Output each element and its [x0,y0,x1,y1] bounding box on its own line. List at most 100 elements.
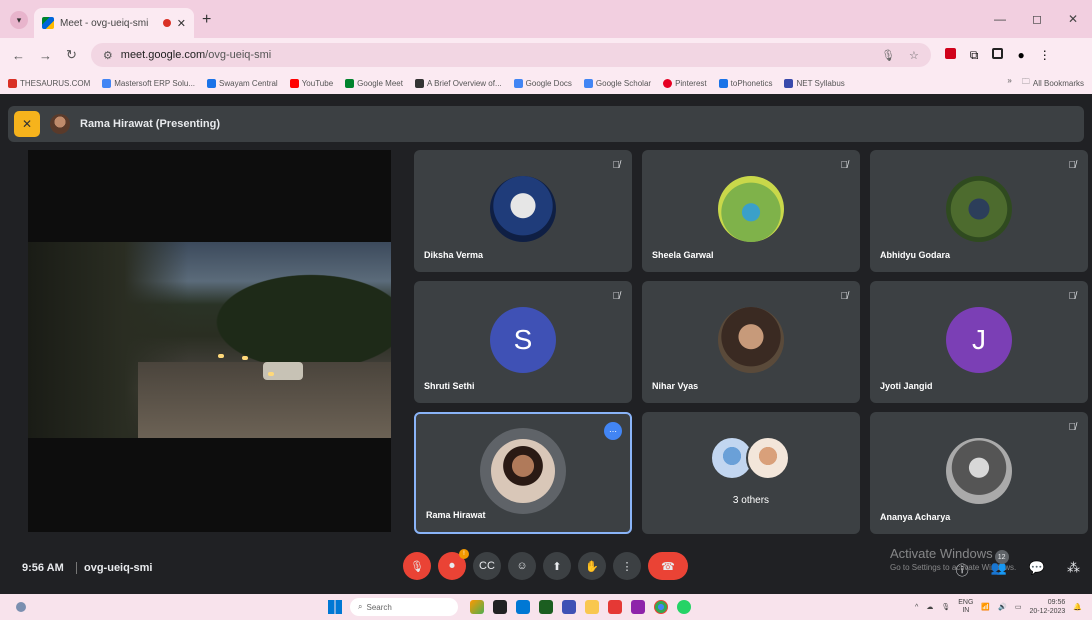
people-button[interactable]: 👥 12 [991,550,1009,579]
app-icon[interactable] [631,600,645,614]
present-screen-button[interactable]: ⬆ [543,552,571,580]
bookmark-item[interactable]: A Brief Overview of... [414,78,502,88]
participant-avatar [490,176,556,242]
new-tab-button[interactable]: + [202,11,211,29]
mic-muted-icon: 🎙̸ [1068,291,1077,302]
reload-icon[interactable]: ↻ [66,47,77,63]
wifi-icon[interactable]: 📶 [981,603,990,611]
bookmark-item[interactable]: YouTube [289,78,333,88]
battery-icon[interactable]: ▭ [1015,603,1022,611]
app-icon[interactable] [539,600,553,614]
participant-tile[interactable]: 🎙̸ S Shruti Sethi [414,281,632,403]
activities-icon[interactable]: ⁂ [1067,560,1080,579]
minimize-icon[interactable]: — [994,12,1006,26]
bookmark-favicon-icon [102,78,112,88]
start-button-icon[interactable] [328,600,342,614]
bookmark-item[interactable]: Mastersoft ERP Solu... [102,78,195,88]
close-tab-icon[interactable]: ✕ [177,17,186,30]
app-icon[interactable] [562,600,576,614]
mic-permission-icon[interactable]: 🎙 [881,49,895,62]
participant-tile-speaking[interactable]: ⋯ Rama Hirawat [414,412,632,534]
tab-title: Meet - ovg-ueiq-smi [60,17,149,29]
reactions-button[interactable]: ☺ [508,552,536,580]
bookmark-item[interactable]: Google Docs [513,78,572,88]
meet-favicon-icon [42,17,54,29]
tab-search-icon[interactable]: ▾ [10,11,28,29]
participant-tile[interactable]: 🎙̸ Diksha Verma [414,150,632,272]
participant-name: Shruti Sethi [424,381,475,391]
participant-tile[interactable]: 🎙̸ Sheela Garwal [642,150,860,272]
bookmark-favicon-icon [8,78,17,88]
participant-tile[interactable]: 🎙̸ J Jyoti Jangid [870,281,1088,403]
side-panel-icon[interactable] [992,47,1004,59]
mic-muted-icon: 🎙̸ [1068,422,1077,433]
task-view-icon[interactable] [493,600,507,614]
more-options-button[interactable]: ⋮ [613,552,641,580]
bookmark-item[interactable]: toPhonetics [718,78,772,88]
bookmarks-overflow-button[interactable]: » [1007,76,1011,90]
app-icon[interactable] [608,600,622,614]
participant-tile[interactable]: 🎙̸ Ananya Acharya [870,412,1088,534]
camera-toggle-button[interactable]: ⏺! [438,549,469,580]
back-arrow-icon[interactable]: ← [12,48,25,63]
bookmark-item[interactable]: Google Meet [345,78,403,88]
participant-avatar: S [490,307,556,373]
shared-screen [28,150,391,532]
camera-off-icon[interactable]: ✕ [14,111,40,137]
store-icon[interactable] [516,600,530,614]
leave-call-button[interactable]: ☎ [648,552,688,580]
presentation-image [28,242,391,438]
extensions-puzzle-icon[interactable]: ⧉ [970,48,979,63]
raise-hand-button[interactable]: ✋ [578,552,606,580]
cloud-icon[interactable]: ☁ [926,603,933,611]
participant-tile[interactable]: 🎙̸ Nihar Vyas [642,281,860,403]
participant-name: Ananya Acharya [880,512,951,522]
participant-name: Abhidyu Godara [880,250,951,260]
browser-menu-icon[interactable]: ⋮ [1039,48,1051,63]
captions-button[interactable]: CC [473,552,501,580]
participant-tile[interactable]: 🎙̸ Abhidyu Godara [870,150,1088,272]
widgets-icon[interactable] [16,602,26,612]
presenter-bar: ✕ Rama Hirawat (Presenting) [8,106,1084,142]
browser-tab-meet[interactable]: Meet - ovg-ueiq-smi ✕ [34,8,194,38]
taskbar-clock[interactable]: 09:56 20-12-2023 [1029,598,1065,616]
bookmark-favicon-icon [784,78,794,88]
participant-avatar [480,428,566,514]
presenter-avatar [50,114,70,134]
close-window-icon[interactable]: ✕ [1068,12,1078,26]
mic-muted-icon: 🎙̸ [840,291,849,302]
all-bookmarks-button[interactable]: 🗀 All Bookmarks [1022,76,1084,90]
show-hidden-icons-icon[interactable]: ^ [915,604,918,611]
forward-arrow-icon[interactable]: → [39,48,52,63]
address-bar[interactable]: ⚙ meet.google.com/ovg-ueiq-smi 🎙 ☆ [90,43,931,67]
language-indicator[interactable]: ENG IN [958,599,973,615]
others-tile[interactable]: 3 others [642,412,860,534]
meeting-time: 9:56 AM [22,562,64,574]
chrome-icon[interactable] [654,600,668,614]
bookmark-item[interactable]: NET Syllabus [784,78,845,88]
bookmark-star-icon[interactable]: ☆ [909,49,919,62]
whatsapp-icon[interactable] [677,600,691,614]
bookmark-item[interactable]: Pinterest [663,78,707,88]
chat-icon[interactable]: 💬 [1029,560,1045,579]
meeting-info-icon[interactable]: ⓘ [956,560,969,579]
mic-tray-icon[interactable]: 🎙 [941,603,950,611]
maximize-icon[interactable]: ◻ [1032,12,1042,26]
volume-icon[interactable]: 🔊 [998,603,1007,611]
file-explorer-icon[interactable] [585,600,599,614]
notification-bell-icon[interactable]: 🔔 [1073,603,1082,611]
bookmark-item[interactable]: Google Scholar [583,78,651,88]
participant-avatar [946,176,1012,242]
colorful-app-icon[interactable] [470,600,484,614]
bookmark-item[interactable]: THESAURUS.COM [8,78,90,88]
meeting-side-controls: ⓘ 👥 12 💬 ⁂ [956,550,1080,579]
extension-red-icon[interactable] [944,47,956,59]
taskbar-search[interactable]: ⌕ Search [350,598,458,616]
site-settings-icon[interactable]: ⚙ [103,49,113,62]
meeting-controls-bar: 9:56 AM ovg-ueiq-smi 🎙 ⏺! CC ☺ ⬆ ✋ ⋮ ☎ A… [0,546,1092,590]
bookmark-item[interactable]: Swayam Central [207,78,278,88]
profile-icon[interactable]: ● [1017,48,1024,63]
microphone-toggle-button[interactable]: 🎙 [403,552,431,580]
mic-muted-icon: 🎙̸ [612,291,621,302]
participant-name: Sheela Garwal [652,250,714,260]
